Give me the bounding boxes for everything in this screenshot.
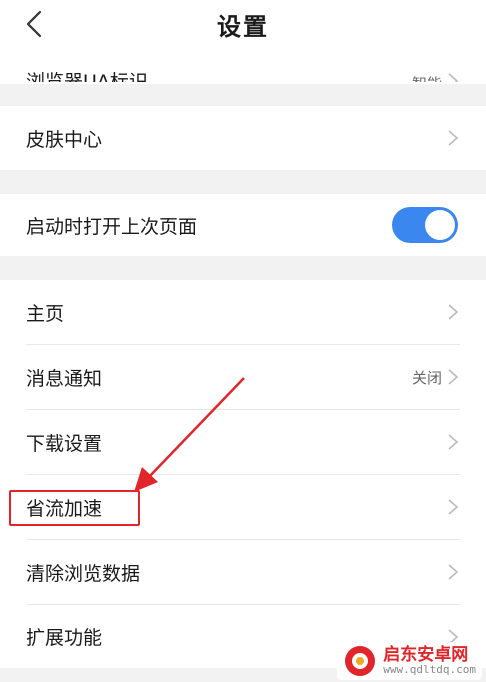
row-value: 智能 bbox=[412, 73, 442, 82]
chevron-right-icon bbox=[448, 369, 459, 385]
watermark-logo-icon bbox=[345, 646, 376, 676]
settings-row-clear-data[interactable]: 清除浏览数据 bbox=[0, 540, 486, 604]
chevron-right-icon bbox=[448, 564, 459, 580]
row-label: 皮肤中心 bbox=[26, 128, 103, 151]
watermark-url: www.qdltdq.com bbox=[383, 663, 476, 677]
chevron-right-icon bbox=[448, 499, 459, 515]
watermark: 启东安卓网 www.qdltdq.com bbox=[337, 642, 482, 680]
row-label: 浏览器UA标识 bbox=[26, 71, 148, 82]
row-label: 主页 bbox=[26, 302, 65, 325]
watermark-title: 启东安卓网 bbox=[383, 644, 469, 665]
chevron-right-icon bbox=[448, 434, 459, 450]
back-arrow-icon[interactable] bbox=[20, 8, 50, 40]
chevron-right-icon bbox=[448, 130, 459, 146]
settings-row-homepage[interactable]: 主页 bbox=[0, 280, 486, 344]
restore-toggle-switch[interactable] bbox=[392, 207, 458, 243]
page-title: 设置 bbox=[217, 12, 269, 41]
row-value: 关闭 bbox=[411, 368, 442, 387]
top-bar: 设置 bbox=[0, 0, 486, 48]
row-label: 清除浏览数据 bbox=[26, 562, 141, 585]
settings-row-download[interactable]: 下载设置 bbox=[0, 410, 486, 474]
annotation-highlight-box bbox=[9, 490, 140, 526]
settings-row-notifications[interactable]: 消息通知 关闭 bbox=[0, 345, 486, 409]
settings-row-skin-center[interactable]: 皮肤中心 bbox=[0, 106, 486, 170]
row-label: 消息通知 bbox=[26, 367, 103, 390]
row-label: 下载设置 bbox=[26, 432, 103, 455]
section-gap bbox=[0, 256, 486, 280]
chevron-right-icon bbox=[448, 73, 459, 82]
settings-row-ua[interactable]: 浏览器UA标识 智能 bbox=[0, 48, 486, 82]
chevron-right-icon bbox=[448, 304, 459, 320]
settings-row-restore-last-page: 启动时打开上次页面 bbox=[0, 194, 486, 256]
section-gap bbox=[0, 170, 486, 194]
toggle-knob bbox=[425, 210, 455, 240]
section-gap bbox=[0, 84, 486, 106]
